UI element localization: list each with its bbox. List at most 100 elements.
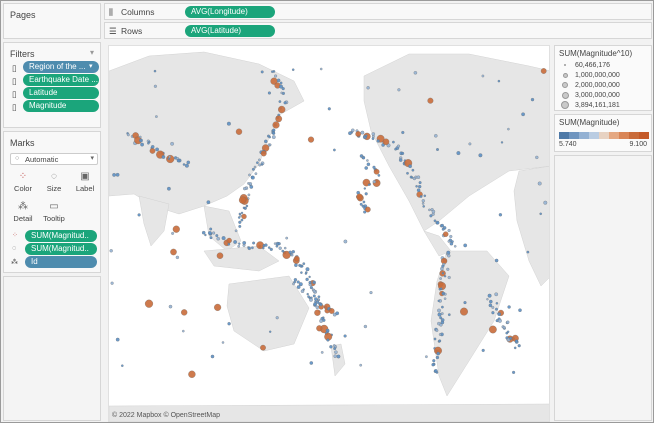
- earthquake-point[interactable]: [443, 275, 447, 278]
- earthquake-point[interactable]: [543, 200, 548, 205]
- earthquake-point[interactable]: [153, 69, 157, 73]
- earthquake-point[interactable]: [481, 74, 485, 78]
- earthquake-point[interactable]: [416, 188, 421, 192]
- earthquake-point[interactable]: [435, 355, 440, 360]
- earthquake-point[interactable]: [506, 320, 510, 324]
- earthquake-point[interactable]: [175, 255, 180, 260]
- earthquake-point[interactable]: [348, 131, 352, 136]
- earthquake-point[interactable]: [242, 243, 246, 247]
- earthquake-point[interactable]: [144, 299, 154, 308]
- earthquake-point[interactable]: [269, 330, 272, 333]
- earthquake-point[interactable]: [283, 101, 287, 105]
- earthquake-point[interactable]: [364, 166, 368, 170]
- earthquake-point[interactable]: [278, 105, 286, 114]
- earthquake-point[interactable]: [182, 329, 185, 333]
- marks-pill-id[interactable]: Id: [25, 256, 97, 268]
- earthquake-point[interactable]: [258, 158, 261, 162]
- earthquake-point[interactable]: [439, 287, 443, 290]
- earthquake-point[interactable]: [305, 267, 310, 272]
- earthquake-point[interactable]: [382, 138, 390, 146]
- earthquake-point[interactable]: [264, 243, 268, 247]
- earthquake-point[interactable]: [436, 351, 440, 356]
- earthquake-point[interactable]: [278, 246, 282, 250]
- earthquake-point[interactable]: [451, 240, 454, 243]
- earthquake-point[interactable]: [401, 130, 405, 135]
- earthquake-point[interactable]: [109, 249, 113, 253]
- earthquake-point[interactable]: [363, 324, 368, 329]
- earthquake-point[interactable]: [440, 312, 444, 315]
- earthquake-point[interactable]: [309, 298, 313, 302]
- earthquake-point[interactable]: [422, 205, 425, 208]
- earthquake-point[interactable]: [306, 292, 309, 296]
- earthquake-point[interactable]: [478, 153, 483, 158]
- earthquake-point[interactable]: [298, 282, 303, 287]
- earthquake-point[interactable]: [216, 236, 220, 241]
- earthquake-point[interactable]: [392, 140, 395, 144]
- earthquake-point[interactable]: [243, 186, 247, 191]
- earthquake-point[interactable]: [168, 155, 171, 159]
- earthquake-point[interactable]: [366, 162, 371, 167]
- earthquake-point[interactable]: [214, 303, 222, 311]
- earthquake-point[interactable]: [369, 291, 373, 295]
- earthquake-point[interactable]: [335, 311, 340, 316]
- size-button[interactable]: ◌ Size: [39, 170, 69, 196]
- earthquake-point[interactable]: [233, 240, 237, 244]
- earthquake-point[interactable]: [227, 322, 231, 326]
- earthquake-point[interactable]: [433, 219, 437, 223]
- earthquake-point[interactable]: [463, 243, 468, 248]
- earthquake-point[interactable]: [188, 370, 196, 378]
- earthquake-point[interactable]: [333, 347, 337, 351]
- earthquake-point[interactable]: [456, 151, 461, 156]
- earthquake-point[interactable]: [507, 127, 510, 131]
- earthquake-point[interactable]: [376, 139, 380, 143]
- earthquake-point[interactable]: [366, 159, 369, 162]
- marks-pill-color[interactable]: SUM(Magnitud..: [25, 230, 97, 242]
- earthquake-point[interactable]: [176, 158, 181, 163]
- earthquake-point[interactable]: [351, 128, 355, 133]
- earthquake-point[interactable]: [249, 185, 254, 189]
- earthquake-point[interactable]: [285, 236, 289, 240]
- earthquake-point[interactable]: [226, 121, 231, 126]
- earthquake-point[interactable]: [498, 213, 503, 217]
- earthquake-point[interactable]: [121, 364, 124, 367]
- earthquake-point[interactable]: [271, 70, 274, 73]
- earthquake-point[interactable]: [362, 200, 366, 204]
- earthquake-point[interactable]: [327, 107, 331, 111]
- earthquake-point[interactable]: [449, 234, 453, 239]
- earthquake-point[interactable]: [406, 171, 409, 175]
- earthquake-point[interactable]: [438, 339, 442, 343]
- earthquake-point[interactable]: [155, 115, 158, 118]
- earthquake-point[interactable]: [491, 305, 495, 309]
- earthquake-point[interactable]: [277, 242, 281, 246]
- earthquake-point[interactable]: [252, 241, 256, 245]
- earthquake-point[interactable]: [262, 246, 265, 250]
- earthquake-point[interactable]: [432, 359, 436, 363]
- earthquake-point[interactable]: [305, 277, 309, 282]
- earthquake-point[interactable]: [170, 141, 174, 146]
- earthquake-point[interactable]: [248, 182, 253, 186]
- earthquake-point[interactable]: [112, 173, 116, 177]
- earthquake-point[interactable]: [245, 204, 249, 208]
- earthquake-point[interactable]: [356, 193, 363, 201]
- earthquake-point[interactable]: [238, 224, 242, 228]
- earthquake-point[interactable]: [491, 311, 495, 315]
- earthquake-point[interactable]: [437, 312, 442, 317]
- earthquake-point[interactable]: [170, 248, 177, 256]
- earthquake-point[interactable]: [314, 309, 321, 316]
- earthquake-point[interactable]: [110, 281, 114, 285]
- earthquake-point[interactable]: [221, 341, 225, 344]
- earthquake-point[interactable]: [182, 163, 186, 166]
- earthquake-point[interactable]: [161, 155, 166, 159]
- detail-button[interactable]: ⁂ Detail: [8, 200, 38, 226]
- earthquake-point[interactable]: [235, 128, 243, 135]
- earthquake-point[interactable]: [423, 194, 427, 198]
- earthquake-point[interactable]: [489, 325, 497, 334]
- earthquake-point[interactable]: [309, 286, 313, 290]
- earthquake-point[interactable]: [115, 172, 120, 177]
- earthquake-point[interactable]: [506, 330, 510, 334]
- earthquake-point[interactable]: [336, 354, 341, 359]
- earthquake-point[interactable]: [433, 337, 437, 341]
- earthquake-point[interactable]: [207, 231, 212, 235]
- earthquake-point[interactable]: [526, 250, 530, 254]
- earthquake-point[interactable]: [517, 344, 521, 348]
